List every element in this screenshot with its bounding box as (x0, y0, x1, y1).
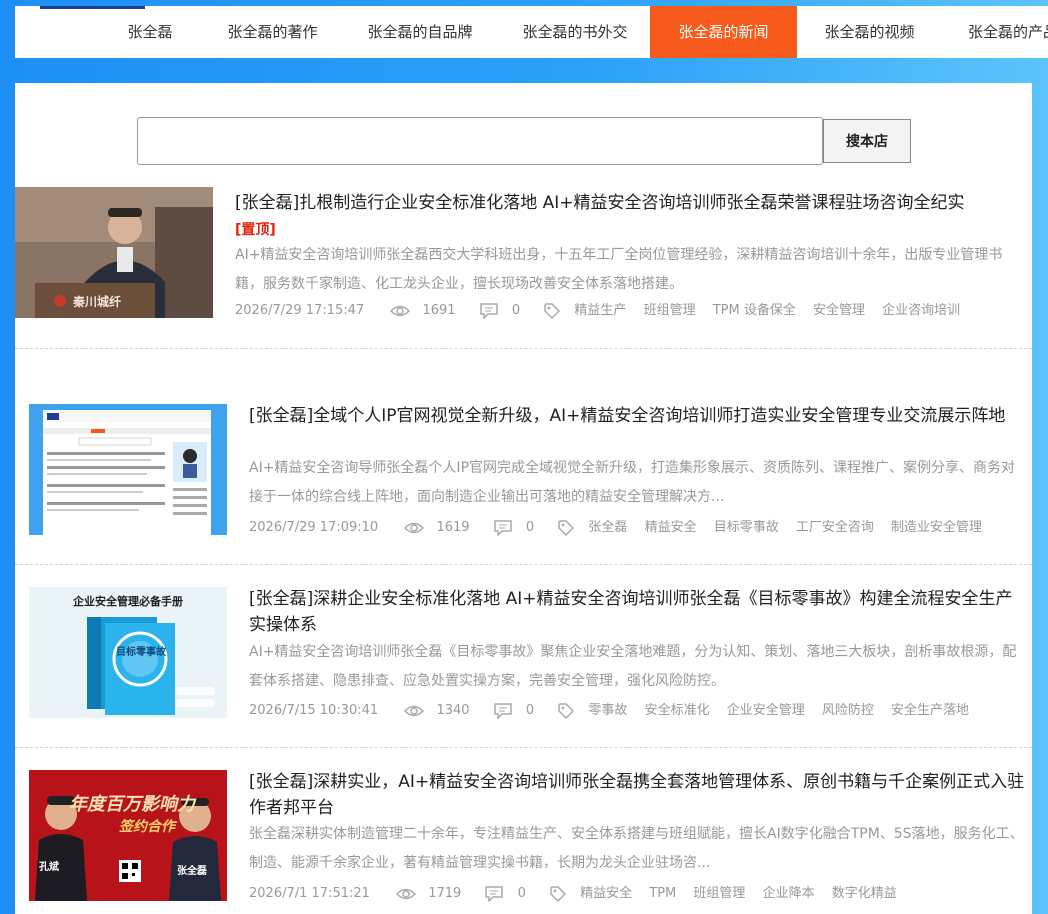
news-date: 2026/7/29 17:15:47 (235, 303, 365, 318)
news-tag[interactable]: 数字化精益 (832, 884, 897, 904)
tag-icon (558, 520, 575, 536)
news-thumbnail[interactable]: 秦川城纤 (15, 187, 213, 318)
news-tag[interactable]: 精益安全 (645, 518, 697, 538)
eye-icon (404, 522, 425, 534)
news-title[interactable]: [张全磊]深耕企业安全标准化落地 AI+精益安全咨询培训师张全磊《目标零事故》构… (249, 586, 1025, 638)
news-item: 秦川城纤 [张全磊]扎根制造行企业安全标准化落地 AI+精益安全咨询培训师张全磊… (15, 187, 1032, 347)
comment-icon (493, 520, 512, 536)
thumbnail-banner-text: 年度百万影响力 (69, 794, 195, 815)
eye-icon (404, 705, 425, 717)
news-tag[interactable]: 班组管理 (644, 301, 696, 321)
nav-item-home[interactable]: 张全磊 (95, 6, 205, 58)
news-summary: 张全磊深耕实体制造管理二十余年，专注精益生产、安全体系搭建与班组赋能，擅长AI数… (249, 826, 1024, 871)
comment-icon (485, 886, 504, 902)
news-meta: 2026/7/15 10:30:41 1340 0 零事故 安全标准化 企业安全… (249, 701, 969, 721)
thumbnail-subtitle-text: 签约合作 (119, 819, 175, 835)
news-tag[interactable]: 班组管理 (693, 884, 745, 904)
news-tag[interactable]: 安全生产落地 (891, 701, 969, 721)
pinned-badge: [置顶] (235, 222, 276, 238)
eye-icon (396, 888, 417, 900)
news-summary: AI+精益安全咨询导师张全磊个人IP官网完成全域视觉全新升级，打造集形象展示、资… (249, 460, 1016, 505)
search-input[interactable] (137, 117, 823, 165)
news-title-text[interactable]: [张全磊]扎根制造行企业安全标准化落地 AI+精益安全咨询培训师张全磊荣誉课程驻… (235, 193, 965, 213)
comment-icon (479, 303, 498, 319)
top-navigation: 张全磊 张全磊的著作 张全磊的自品牌 张全磊的书外交 张全磊的新闻 张全磊的视频… (15, 6, 1048, 58)
nav-item-videos[interactable]: 张全磊的视频 (797, 6, 942, 58)
news-tag[interactable]: 风险防控 (822, 701, 874, 721)
nav-item-news[interactable]: 张全磊的新闻 (650, 6, 797, 58)
news-tag[interactable]: 安全标准化 (645, 701, 710, 721)
nav-item-works[interactable]: 张全磊的著作 (205, 6, 340, 58)
news-tag[interactable]: 企业安全管理 (727, 701, 805, 721)
comment-icon (493, 703, 512, 719)
tag-icon (550, 886, 566, 902)
news-thumbnail[interactable]: 企业安全管理必备手册 目标零事故 (29, 587, 227, 718)
nav-item-brand[interactable]: 张全磊的自品牌 (340, 6, 500, 58)
news-tag[interactable]: TPM 设备保全 (713, 301, 796, 321)
news-meta: 2026/7/1 17:51:21 1719 0 精益安全 TPM 班组管理 企… (249, 884, 897, 904)
thumbnail-podium-text: 秦川城纤 (73, 295, 122, 309)
news-tag[interactable]: TPM (649, 884, 676, 904)
news-tag[interactable]: 工厂安全咨询 (796, 518, 874, 538)
eye-icon (390, 305, 411, 317)
news-date: 2026/7/29 17:09:10 (249, 520, 379, 535)
news-tag[interactable]: 零事故 (588, 701, 627, 721)
news-summary: AI+精益安全咨询培训师张全磊西交大学科班出身，十五年工厂全岗位管理经验，深耕精… (235, 247, 1003, 292)
tag-icon (558, 703, 575, 719)
view-count: 1691 (422, 303, 456, 318)
book-title-text: 目标零事故 (116, 647, 166, 658)
nav-item-products[interactable]: 张全磊的产品 (942, 6, 1048, 58)
comment-count: 0 (525, 520, 535, 535)
news-summary: AI+精益安全咨询培训师张全磊《目标零事故》聚焦企业安全落地难题，分为认知、策划… (249, 644, 1017, 689)
thumbnail-left-name: 孔斌 (39, 862, 59, 873)
search-store-button[interactable]: 搜本店 (823, 119, 911, 163)
news-tag[interactable]: 张全磊 (588, 518, 627, 538)
news-tag[interactable]: 安全管理 (813, 301, 865, 321)
news-tag[interactable]: 制造业安全管理 (891, 518, 982, 538)
news-date: 2026/7/1 17:51:21 (249, 886, 370, 901)
news-item: 企业安全管理必备手册 目标零事故 [张全磊]深耕企业安全标准化落地 AI+精益安… (15, 586, 1032, 746)
comment-count: 0 (511, 303, 521, 318)
news-tag[interactable]: 企业降本 (763, 884, 815, 904)
nav-item-book-diplomacy[interactable]: 张全磊的书外交 (500, 6, 650, 58)
thumbnail-right-name: 张全磊 (177, 866, 207, 877)
news-item: [张全磊]全域个人IP官网视觉全新升级，AI+精益安全咨询培训师打造实业安全管理… (15, 403, 1032, 563)
tag-icon (544, 303, 561, 319)
news-tag[interactable]: 企业咨询培训 (882, 301, 960, 321)
news-title[interactable]: [张全磊]扎根制造行企业安全标准化落地 AI+精益安全咨询培训师张全磊荣誉课程驻… (235, 190, 1025, 243)
news-tag[interactable]: 精益生产 (574, 301, 626, 321)
news-meta: 2026/7/29 17:15:47 1691 0 精益生产 班组管理 TPM … (235, 301, 960, 321)
view-count: 1340 (436, 703, 470, 718)
comment-count: 0 (517, 886, 526, 901)
news-thumbnail[interactable]: 年度百万影响力 签约合作 孔斌 张全磊 (29, 770, 227, 901)
website-screenshot-image (29, 404, 227, 535)
news-tag[interactable]: 精益安全 (580, 884, 632, 904)
news-item: 年度百万影响力 签约合作 孔斌 张全磊 [张全磊]深耕实业，AI+精益安全咨询培… (15, 769, 1032, 914)
news-date: 2026/7/15 10:30:41 (249, 703, 379, 718)
item-divider (15, 747, 1032, 748)
item-divider (15, 564, 1032, 565)
view-count: 1719 (428, 886, 462, 901)
news-title[interactable]: [张全磊]深耕实业，AI+精益安全咨询培训师张全磊携全套落地管理体系、原创书籍与… (249, 769, 1025, 821)
comment-count: 0 (525, 703, 535, 718)
news-meta: 2026/7/29 17:09:10 1619 0 张全磊 精益安全 目标零事故… (249, 518, 982, 538)
view-count: 1619 (436, 520, 470, 535)
news-list-panel: 搜本店 秦川城纤 [张全磊]扎根制造行企业安全标准化落地 AI+精益安全咨询培训… (15, 83, 1032, 914)
news-title[interactable]: [张全磊]全域个人IP官网视觉全新升级，AI+精益安全咨询培训师打造实业安全管理… (249, 403, 1025, 429)
news-thumbnail[interactable] (29, 404, 227, 535)
item-divider (15, 348, 1032, 349)
news-tag[interactable]: 目标零事故 (714, 518, 779, 538)
